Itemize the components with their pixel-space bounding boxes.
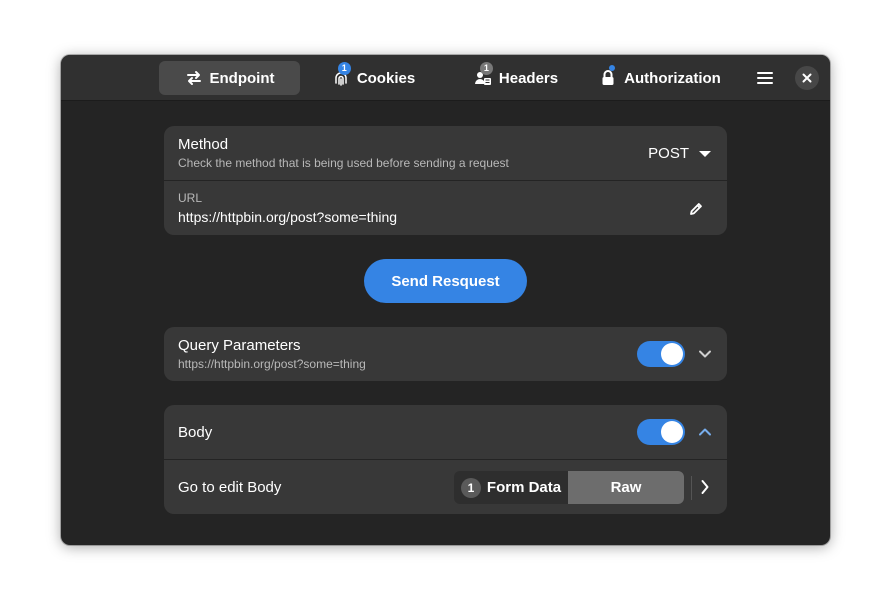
tab-authorization[interactable]: Authorization [597, 61, 723, 95]
method-row[interactable]: Method Check the method that is being us… [164, 126, 727, 180]
method-title: Method [178, 136, 229, 153]
url-caption: URL [178, 191, 203, 205]
method-subtitle: Check the method that is being used befo… [178, 156, 509, 170]
user-list-icon: 1 [474, 62, 493, 87]
form-data-label: Form Data [486, 479, 562, 496]
toggle-knob [661, 343, 683, 365]
cookies-count-badge: 1 [337, 62, 351, 75]
method-dropdown[interactable]: POST [648, 145, 711, 162]
edit-url-button[interactable] [685, 198, 707, 220]
tab-headers[interactable]: 1 Headers [471, 61, 561, 95]
send-request-button[interactable]: Send Resquest [364, 259, 527, 303]
tab-label: Authorization [624, 69, 721, 87]
fingerprint-icon: 1 [332, 62, 351, 87]
query-parameters-toggle[interactable] [637, 341, 685, 367]
collapse-body-button[interactable] [697, 424, 713, 440]
form-data-count-badge: 1 [460, 477, 481, 498]
edit-body-row[interactable]: Go to edit Body 1 Form Data Raw [164, 459, 727, 514]
query-parameters-card: Query Parameters https://httpbin.org/pos… [164, 327, 727, 381]
tab-label: Headers [498, 69, 559, 87]
body-type-switcher: 1 Form Data Raw [454, 471, 684, 504]
body-row[interactable]: Body [164, 405, 727, 459]
body-card: Body Go to edit Body 1 Form Data Raw [164, 405, 727, 514]
query-parameters-subtitle: https://httpbin.org/post?some=thing [178, 357, 366, 371]
go-to-body-button[interactable] [697, 479, 713, 495]
caret-down-icon [699, 150, 711, 157]
tab-label: Endpoint [209, 69, 275, 87]
query-parameters-title: Query Parameters [178, 337, 301, 354]
main-menu-button[interactable] [753, 67, 777, 89]
edit-body-label: Go to edit Body [178, 479, 282, 496]
tab-cookies[interactable]: 1 Cookies [326, 61, 421, 95]
body-toggle[interactable] [637, 419, 685, 445]
app-window: Endpoint 1 Cookies 1 Headers Authorizati… [61, 55, 830, 545]
body-title: Body [178, 424, 213, 441]
separator [691, 476, 692, 500]
headers-count-badge: 1 [479, 62, 493, 75]
pencil-icon [690, 203, 702, 215]
form-data-option[interactable]: 1 Form Data [454, 471, 568, 504]
hamburger-menu-icon [757, 72, 773, 84]
header-bar: Endpoint 1 Cookies 1 Headers Authorizati… [61, 55, 830, 101]
endpoint-card: Method Check the method that is being us… [164, 126, 727, 235]
tab-label: Cookies [356, 69, 416, 87]
arrows-swap-icon [185, 69, 203, 87]
url-value[interactable]: https://httpbin.org/post?some=thing [178, 209, 397, 225]
toggle-knob [661, 421, 683, 443]
chevron-down-icon [699, 350, 711, 358]
lock-icon [599, 65, 617, 87]
chevron-right-icon [701, 480, 709, 494]
expand-query-button[interactable] [697, 346, 713, 362]
method-value: POST [648, 145, 689, 162]
query-parameters-row[interactable]: Query Parameters https://httpbin.org/pos… [164, 327, 727, 381]
close-icon [802, 73, 812, 83]
chevron-up-icon [699, 428, 711, 436]
tab-endpoint[interactable]: Endpoint [159, 61, 300, 95]
close-window-button[interactable] [795, 66, 819, 90]
raw-option[interactable]: Raw [568, 471, 684, 504]
url-row: URL https://httpbin.org/post?some=thing [164, 180, 727, 234]
